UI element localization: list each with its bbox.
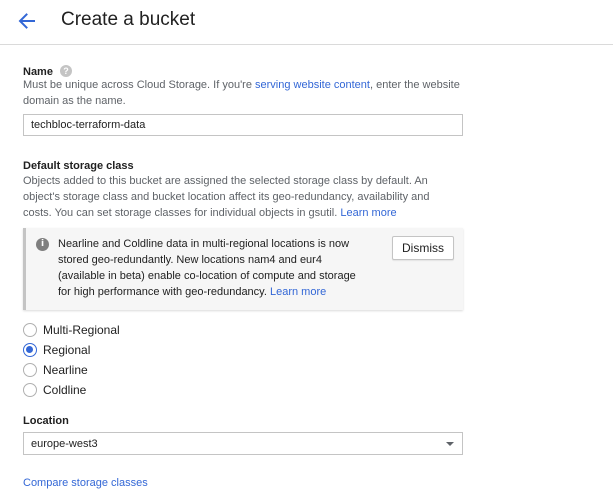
radio-label: Nearline (43, 363, 88, 377)
radio-multi-regional[interactable]: Multi-Regional (23, 322, 120, 338)
location-selected-value: europe-west3 (31, 438, 98, 450)
notice-line-1: Nearline and Coldline data in multi-regi… (58, 238, 350, 250)
learn-more-link[interactable]: Learn more (340, 207, 396, 219)
radio-button[interactable] (23, 323, 37, 337)
help-icon[interactable]: ? (60, 65, 72, 77)
notice-line-2: stored geo-redundantly. New locations na… (58, 254, 322, 266)
back-button[interactable] (14, 8, 40, 34)
storage-class-description-line-3: costs. You can set storage classes for i… (23, 205, 397, 221)
compare-storage-classes-link[interactable]: Compare storage classes (23, 476, 148, 490)
radio-button[interactable] (23, 363, 37, 377)
arrow-back-icon (18, 13, 35, 29)
name-description-text-end: , enter the website (369, 79, 460, 91)
dropdown-arrow-icon (446, 442, 454, 446)
notice-learn-more-link[interactable]: Learn more (270, 286, 326, 298)
radio-label: Coldline (43, 383, 87, 397)
info-notice: i Nearline and Coldline data in multi-re… (23, 228, 463, 310)
serving-website-content-link[interactable]: serving website content (255, 79, 370, 91)
page-title: Create a bucket (61, 9, 196, 30)
dismiss-button[interactable]: Dismiss (392, 236, 454, 260)
notice-line-3: (available in beta) enable co-location o… (58, 270, 356, 282)
page-header: Create a bucket (0, 0, 613, 45)
bucket-name-input[interactable] (23, 114, 463, 136)
radio-button-selected[interactable] (23, 343, 37, 357)
radio-coldline[interactable]: Coldline (23, 382, 86, 398)
radio-label: Regional (43, 343, 91, 357)
location-select[interactable]: europe-west3 (23, 432, 463, 455)
radio-nearline[interactable]: Nearline (23, 362, 88, 378)
name-description-line-1: Must be unique across Cloud Storage. If … (23, 77, 460, 93)
storage-class-description-line-2: object's storage class and bucket locati… (23, 191, 430, 203)
name-description-line-2: domain as the name. (23, 95, 126, 107)
name-description-text: Must be unique across Cloud Storage. If … (23, 79, 256, 91)
storage-class-description-text: costs. You can set storage classes for i… (23, 207, 341, 219)
location-label: Location (23, 415, 69, 427)
notice-line-4-text: for high performance with geo-redundancy… (58, 286, 270, 298)
notice-line-4: for high performance with geo-redundancy… (58, 284, 326, 300)
info-icon: i (36, 238, 49, 251)
storage-class-label: Default storage class (23, 160, 134, 172)
radio-button[interactable] (23, 383, 37, 397)
radio-label: Multi-Regional (43, 323, 120, 337)
radio-regional[interactable]: Regional (23, 342, 90, 358)
storage-class-description-line-1: Objects added to this bucket are assigne… (23, 175, 428, 187)
